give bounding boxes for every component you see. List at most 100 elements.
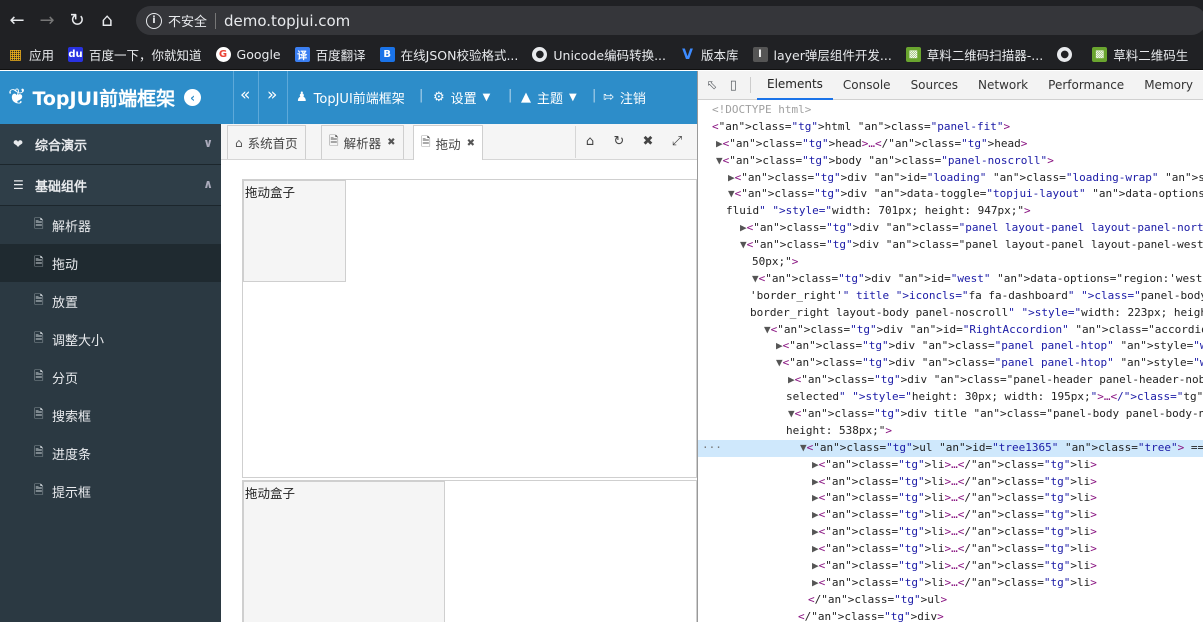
- sidebar-item-tooltip[interactable]: 🗎 提示框: [0, 472, 221, 510]
- dom-node[interactable]: ▶<"an">class="tg">li>…</"an">class="tg">…: [698, 507, 1203, 524]
- user-icon: ♟: [296, 90, 308, 105]
- dom-node[interactable]: ▼<"an">class="tg">div "an">data-toggle="…: [698, 186, 1203, 203]
- dom-node[interactable]: ▶<"an">class="tg">li>…</"an">class="tg">…: [698, 541, 1203, 558]
- bookmark-apps[interactable]: ▦ 应用: [8, 45, 54, 64]
- address-bar[interactable]: i 不安全 demo.topjui.com: [136, 6, 1203, 35]
- close-icon[interactable]: ✖: [387, 137, 395, 148]
- file-icon: 🗎: [329, 134, 339, 148]
- dom-node[interactable]: ▶<"an">class="tg">div "an">class="panel …: [698, 338, 1203, 355]
- dom-node[interactable]: ▶<"an">class="tg">head>…</"an">class="tg…: [698, 136, 1203, 153]
- close-icon[interactable]: ✖: [467, 138, 475, 149]
- dom-node-selected[interactable]: ··· ▼<"an">class="tg">ul "an">id="tree136…: [698, 439, 1203, 457]
- dom-node[interactable]: ▼<"an">class="tg">body "an">class="panel…: [698, 153, 1203, 170]
- bookmark-layer[interactable]: l layer弹层组件开发...: [752, 45, 892, 64]
- dom-node[interactable]: 'border_right'" title ">iconcls="fa fa-d…: [698, 288, 1203, 305]
- devtools-tab-memory[interactable]: Memory: [1134, 71, 1203, 100]
- devtools-tab-elements[interactable]: Elements: [756, 71, 833, 100]
- tab-drag[interactable]: 🗎 拖动 ✖: [413, 125, 484, 160]
- collapse-circle-icon[interactable]: ‹: [184, 89, 202, 106]
- dom-node[interactable]: ▶<"an">class="tg">li>…</"an">class="tg">…: [698, 490, 1203, 507]
- url-text[interactable]: demo.topjui.com: [224, 12, 350, 30]
- bookmark-google[interactable]: G Google: [215, 47, 281, 62]
- back-arrow-icon[interactable]: ←: [2, 5, 32, 35]
- divider: |: [592, 88, 597, 103]
- reload-icon[interactable]: ↻: [62, 5, 92, 35]
- dom-node[interactable]: border_right layout-body panel-noscroll"…: [698, 305, 1203, 322]
- collapse-sidebar-icon[interactable]: «: [240, 85, 250, 105]
- sidebar-item-resize[interactable]: 🗎 调整大小: [0, 320, 221, 358]
- dom-node[interactable]: ▼<"an">class="tg">div "an">class="panel …: [698, 237, 1203, 254]
- dom-node[interactable]: ▼<"an">class="tg">div title "an">class="…: [698, 406, 1203, 423]
- file-icon: 🗎: [34, 330, 44, 345]
- bookmark-repo[interactable]: V 版本库: [680, 45, 738, 64]
- dom-node[interactable]: height: 538px;">: [698, 423, 1203, 440]
- dom-node[interactable]: ▶<"an">class="tg">li>…</"an">class="tg">…: [698, 558, 1203, 575]
- sidebar-item-searchbox[interactable]: 🗎 搜索框: [0, 396, 221, 434]
- logout-button[interactable]: ⇰ 注销: [603, 88, 646, 107]
- dom-node[interactable]: ▼<"an">class="tg">div "an">class="panel …: [698, 355, 1203, 372]
- device-toolbar-icon[interactable]: ▯: [723, 73, 745, 97]
- app-header: ❦ TopJUI前端框架 ‹ « » ♟ TopJUI前端框架 | ⚙ 设置 ▼…: [0, 71, 697, 124]
- dom-node[interactable]: selected" ">style="height: 30px; width: …: [698, 389, 1203, 406]
- dom-node[interactable]: 50px;">: [698, 254, 1203, 271]
- dom-node[interactable]: ▶<"an">class="tg">li>…</"an">class="tg">…: [698, 575, 1203, 592]
- drag-box[interactable]: 拖动盒子: [243, 180, 346, 282]
- dom-node[interactable]: fluid" ">style="width: 701px; height: 94…: [698, 203, 1203, 220]
- dom-node[interactable]: ▶<"an">class="tg">li>…</"an">class="tg">…: [698, 457, 1203, 474]
- sidebar-item-pagination[interactable]: 🗎 分页: [0, 358, 221, 396]
- bookmark-qrcode-2[interactable]: ▩ 草料二维码生: [1092, 45, 1188, 64]
- bookmark-label: 百度翻译: [315, 48, 366, 63]
- devtools-tab-sources[interactable]: Sources: [901, 71, 968, 100]
- sidebar-item-drag[interactable]: 🗎 拖动: [0, 244, 221, 282]
- google-icon: G: [215, 47, 231, 62]
- bookmark-qrcode[interactable]: ▩ 草料二维码扫描器-...: [905, 45, 1044, 64]
- sidebar-item-parser[interactable]: 🗎 解析器: [0, 206, 221, 244]
- dom-node[interactable]: </"an">class="tg">ul>: [698, 592, 1203, 609]
- accordion-group-basic[interactable]: ☰ 基础组件 ∧: [0, 165, 221, 206]
- dom-node[interactable]: ▼<"an">class="tg">div "an">id="RightAcco…: [698, 322, 1203, 339]
- devtools-tab-network[interactable]: Network: [968, 71, 1038, 100]
- dom-node[interactable]: ▶<"an">class="tg">div "an">id="loading" …: [698, 170, 1203, 187]
- tab-parser[interactable]: 🗎 解析器 ✖: [321, 125, 404, 159]
- security-label[interactable]: 不安全: [168, 11, 207, 30]
- more-icon[interactable]: ···: [702, 440, 722, 457]
- tab-home[interactable]: ⌂ 系统首页: [227, 125, 306, 159]
- bookmark-translate[interactable]: 译 百度翻译: [294, 45, 366, 64]
- close-all-icon[interactable]: ✖: [633, 124, 663, 158]
- bookmark-unicode[interactable]: ● Unicode编码转换...: [532, 45, 666, 64]
- home-icon[interactable]: ⌂: [575, 124, 605, 158]
- chevron-down-icon[interactable]: ∨: [203, 136, 213, 150]
- dom-node[interactable]: ▶<"an">class="tg">li>…</"an">class="tg">…: [698, 524, 1203, 541]
- forward-arrow-icon[interactable]: →: [32, 5, 62, 35]
- theme-label: 主题: [537, 92, 564, 107]
- fullscreen-icon[interactable]: ⤢: [662, 124, 692, 158]
- dom-node[interactable]: ▶<"an">class="tg">div "an">class="panel …: [698, 220, 1203, 237]
- dom-node[interactable]: ▼<"an">class="tg">div "an">id="west" "an…: [698, 271, 1203, 288]
- dom-node[interactable]: </"an">class="tg">div>: [698, 609, 1203, 622]
- bookmark-label: 草料二维码扫描器-...: [926, 48, 1044, 63]
- chevron-up-icon[interactable]: ∧: [203, 177, 213, 191]
- bookmark-baidu[interactable]: du 百度一下，你就知道: [68, 45, 202, 64]
- expand-menu-icon[interactable]: »: [267, 85, 277, 105]
- sidebar-item-drop[interactable]: 🗎 放置: [0, 282, 221, 320]
- theme-menu[interactable]: ▲ 主题 ▼: [521, 88, 577, 107]
- accordion-group-demo[interactable]: ❤ 综合演示 ∨: [0, 124, 221, 165]
- bookmark-label: Google: [236, 47, 281, 62]
- settings-menu[interactable]: ⚙ 设置 ▼: [433, 88, 490, 107]
- dom-node[interactable]: <!DOCTYPE html>: [698, 102, 1203, 119]
- devtools-tab-performance[interactable]: Performance: [1038, 71, 1134, 100]
- dom-node[interactable]: <"an">class="tg">html "an">class="panel-…: [698, 119, 1203, 136]
- dom-node[interactable]: ▶<"an">class="tg">li>…</"an">class="tg">…: [698, 474, 1203, 491]
- drag-box[interactable]: 拖动盒子: [243, 481, 445, 622]
- home-icon[interactable]: ⌂: [92, 5, 122, 35]
- user-menu[interactable]: ♟ TopJUI前端框架: [296, 88, 405, 107]
- refresh-icon[interactable]: ↻: [604, 124, 634, 158]
- devtools-tab-console[interactable]: Console: [833, 71, 901, 100]
- bookmark-globe[interactable]: ●: [1057, 47, 1078, 62]
- dom-node[interactable]: ▶<"an">class="tg">div "an">class="panel-…: [698, 372, 1203, 389]
- info-icon[interactable]: i: [146, 12, 162, 29]
- bookmark-json[interactable]: B 在线JSON校验格式...: [379, 45, 518, 64]
- sidebar-item-progressbar[interactable]: 🗎 进度条: [0, 434, 221, 472]
- inspect-element-icon[interactable]: ⬁: [701, 73, 723, 97]
- brand-logo[interactable]: ❦ TopJUI前端框架 ‹: [8, 84, 202, 111]
